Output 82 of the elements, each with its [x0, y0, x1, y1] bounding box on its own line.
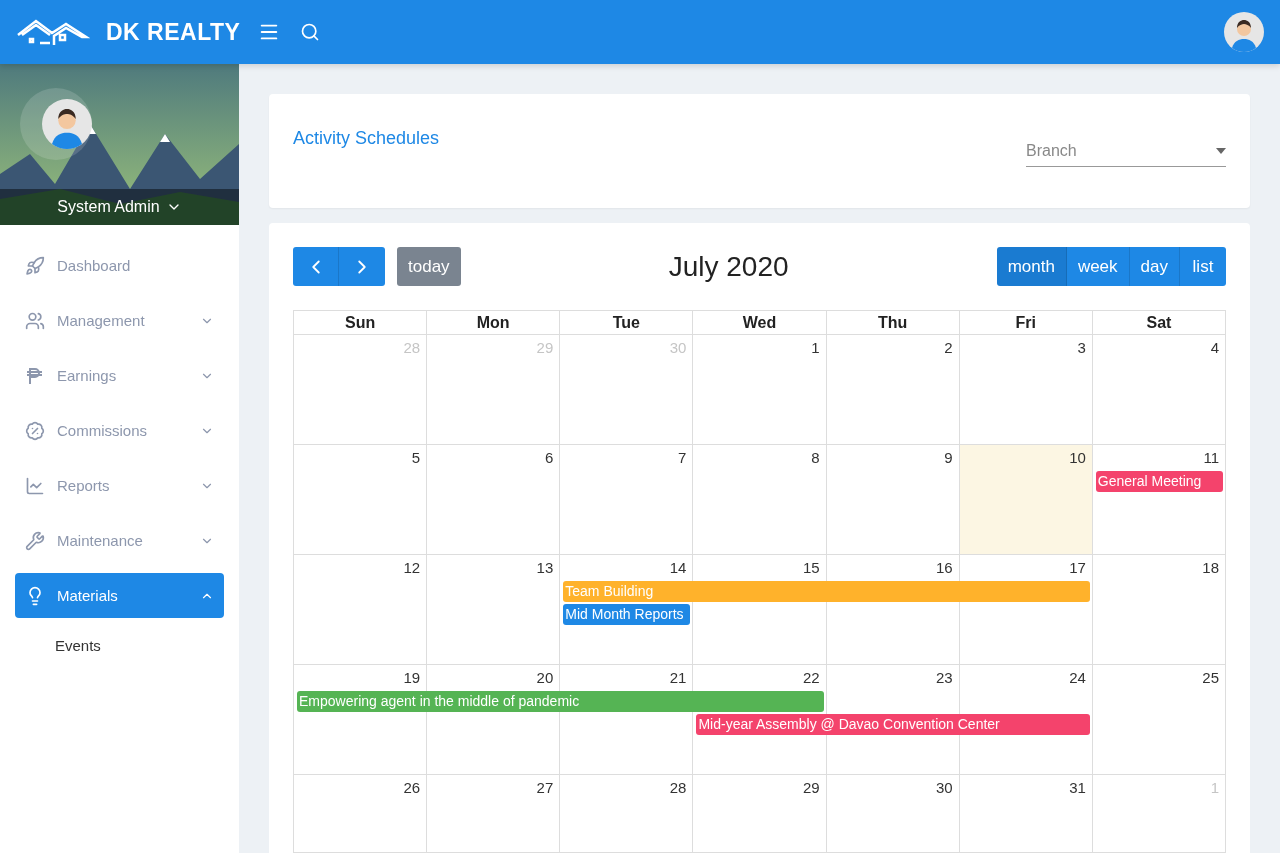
day-number: 1 [1209, 778, 1220, 798]
day-cell[interactable]: 18 [1092, 555, 1226, 665]
day-cell[interactable]: 30 [826, 775, 960, 853]
day-cell[interactable]: 5 [294, 445, 428, 555]
day-number: 30 [668, 338, 688, 358]
day-number: 28 [668, 778, 688, 798]
calendar-title: July 2020 [668, 250, 789, 283]
day-number: 29 [801, 778, 821, 798]
view-button[interactable]: day [1129, 247, 1180, 286]
day-number: 8 [810, 448, 821, 468]
day-number: 25 [1201, 668, 1220, 688]
caret-icon [1216, 148, 1226, 154]
sidebar-item[interactable]: Materials [15, 573, 224, 618]
day-number: 29 [535, 338, 555, 358]
view-button[interactable]: month [996, 247, 1067, 286]
day-number: 4 [1209, 338, 1220, 358]
day-number: 6 [543, 448, 555, 468]
day-cell[interactable]: 6 [427, 445, 561, 555]
view-button[interactable]: list [1180, 247, 1226, 286]
day-cell[interactable]: 7 [560, 445, 694, 555]
day-number: 30 [935, 778, 954, 798]
day-cell[interactable]: 4 [1092, 335, 1226, 445]
users-icon [25, 310, 45, 331]
day-number: 26 [402, 778, 422, 798]
view-button[interactable]: week [1066, 247, 1130, 286]
next-button[interactable] [339, 247, 385, 286]
day-number: 18 [1201, 558, 1220, 578]
day-number: 3 [1076, 338, 1087, 358]
day-number: 28 [402, 338, 422, 358]
avatar-icon[interactable] [1224, 12, 1264, 52]
peso-icon [25, 365, 45, 386]
day-cell[interactable]: 28 [560, 775, 694, 853]
day-cell[interactable]: 3 [959, 335, 1093, 445]
houses-logo-icon [16, 17, 90, 47]
day-number: 19 [402, 668, 422, 688]
rocket-icon [25, 255, 45, 276]
day-number: 9 [943, 448, 954, 468]
day-number: 20 [535, 668, 555, 688]
day-number: 13 [535, 558, 555, 578]
day-number: 21 [668, 668, 688, 688]
day-number: 24 [1068, 668, 1087, 688]
page-title: Activity Schedules [293, 128, 440, 149]
day-cell[interactable]: 27 [427, 775, 561, 853]
calendar-event[interactable]: Mid-year Assembly @ Davao Convention Center [696, 714, 1090, 735]
avatar-icon[interactable] [42, 99, 92, 149]
user-menu[interactable]: System Admin [0, 189, 239, 225]
day-cell[interactable]: 31 [959, 775, 1093, 853]
day-number: 27 [535, 778, 555, 798]
day-cell[interactable]: 25 [1092, 665, 1226, 775]
day-number: 5 [410, 448, 422, 468]
day-cell[interactable]: 9 [826, 445, 960, 555]
line-chart-icon [25, 475, 45, 496]
calendar-event[interactable]: General Meeting [1095, 471, 1223, 492]
day-number: 22 [801, 668, 821, 688]
day-number: 17 [1068, 558, 1087, 578]
calendar-event[interactable]: Mid Month Reports [563, 604, 691, 625]
day-cell[interactable]: 1 [693, 335, 827, 445]
submenu-item[interactable]: Events [55, 628, 239, 664]
day-cell[interactable]: 12 [294, 555, 428, 665]
day-cell[interactable]: 13 [427, 555, 561, 665]
day-number: 16 [935, 558, 954, 578]
day-number: 10 [1068, 448, 1087, 468]
day-number: 15 [801, 558, 821, 578]
today-button[interactable]: today [397, 247, 461, 286]
branch-select[interactable]: Branch [1026, 136, 1226, 167]
day-cell[interactable]: 29 [693, 775, 827, 853]
day-number: 14 [668, 558, 688, 578]
day-number: 7 [677, 448, 688, 468]
day-number: 23 [935, 668, 954, 688]
wrench-icon [25, 530, 45, 551]
day-cell[interactable]: 10 [959, 445, 1093, 555]
brand-name: DK REALTY [106, 18, 241, 46]
day-number: 1 [810, 338, 821, 358]
prev-button[interactable] [293, 247, 339, 286]
day-number: 2 [943, 338, 954, 358]
day-number: 31 [1068, 778, 1087, 798]
percent-badge-icon [25, 420, 45, 441]
day-cell[interactable]: 8 [693, 445, 827, 555]
day-cell[interactable]: 2 [826, 335, 960, 445]
day-number: 11 [1202, 448, 1220, 468]
day-cell[interactable]: 26 [294, 775, 428, 853]
day-number: 12 [402, 558, 422, 578]
